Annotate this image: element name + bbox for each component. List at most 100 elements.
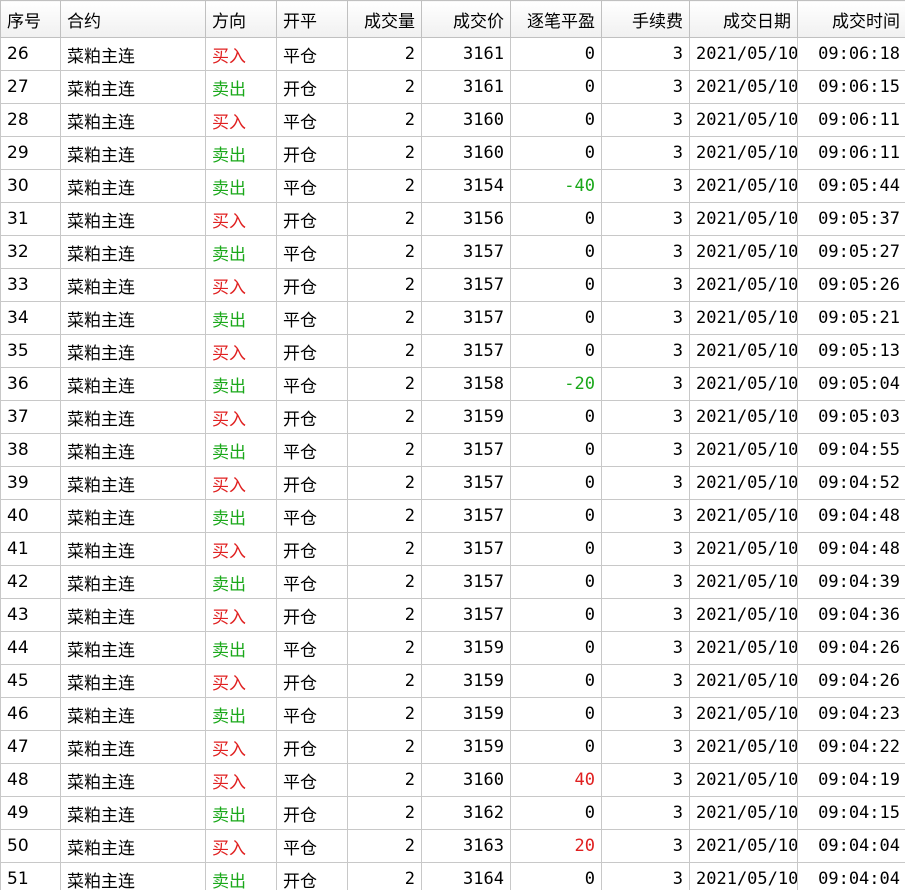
table-row[interactable]: 46 菜粕主连 卖出 平仓 2 3159 0 3 2021/05/10 09:04:23 [0, 697, 905, 731]
cell-price: 3161 [421, 70, 511, 104]
cell-fee: 3 [601, 37, 690, 71]
cell-volume: 2 [347, 862, 422, 890]
cell-contract: 菜粕主连 [60, 730, 206, 764]
cell-id: 42 [0, 565, 61, 599]
cell-pnl: 0 [510, 664, 602, 698]
cell-open-close: 平仓 [276, 631, 348, 665]
table-row[interactable]: 50 菜粕主连 买入 平仓 2 3163 20 3 2021/05/10 09:04:04 [0, 829, 905, 863]
column-header-price[interactable]: 成交价 [421, 0, 511, 38]
table-row[interactable]: 34 菜粕主连 卖出 平仓 2 3157 0 3 2021/05/10 09:05:21 [0, 301, 905, 335]
cell-direction: 买入 [205, 664, 277, 698]
cell-id: 44 [0, 631, 61, 665]
cell-open-close: 开仓 [276, 334, 348, 368]
cell-open-close: 开仓 [276, 796, 348, 830]
cell-price: 3157 [421, 235, 511, 269]
cell-volume: 2 [347, 763, 422, 797]
cell-open-close: 开仓 [276, 862, 348, 890]
column-header-direction[interactable]: 方向 [205, 0, 277, 38]
cell-time: 09:05:13 [797, 334, 905, 368]
table-row[interactable]: 35 菜粕主连 买入 开仓 2 3157 0 3 2021/05/10 09:05:13 [0, 334, 905, 368]
cell-contract: 菜粕主连 [60, 829, 206, 863]
cell-id: 41 [0, 532, 61, 566]
table-row[interactable]: 49 菜粕主连 卖出 开仓 2 3162 0 3 2021/05/10 09:04:15 [0, 796, 905, 830]
cell-pnl: 0 [510, 598, 602, 632]
table-row[interactable]: 31 菜粕主连 买入 开仓 2 3156 0 3 2021/05/10 09:05:37 [0, 202, 905, 236]
cell-fee: 3 [601, 367, 690, 401]
cell-date: 2021/05/10 [689, 829, 798, 863]
table-row[interactable]: 39 菜粕主连 买入 开仓 2 3157 0 3 2021/05/10 09:04:52 [0, 466, 905, 500]
cell-price: 3160 [421, 136, 511, 170]
table-row[interactable]: 37 菜粕主连 买入 开仓 2 3159 0 3 2021/05/10 09:05:03 [0, 400, 905, 434]
table-row[interactable]: 32 菜粕主连 卖出 平仓 2 3157 0 3 2021/05/10 09:05:27 [0, 235, 905, 269]
cell-volume: 2 [347, 730, 422, 764]
cell-contract: 菜粕主连 [60, 565, 206, 599]
cell-open-close: 平仓 [276, 697, 348, 731]
cell-id: 49 [0, 796, 61, 830]
table-row[interactable]: 41 菜粕主连 买入 开仓 2 3157 0 3 2021/05/10 09:04:48 [0, 532, 905, 566]
column-header-id[interactable]: 序号 [0, 0, 61, 38]
cell-volume: 2 [347, 103, 422, 137]
cell-fee: 3 [601, 136, 690, 170]
cell-pnl: 0 [510, 103, 602, 137]
table-row[interactable]: 47 菜粕主连 买入 开仓 2 3159 0 3 2021/05/10 09:04:22 [0, 730, 905, 764]
cell-id: 30 [0, 169, 61, 203]
cell-contract: 菜粕主连 [60, 466, 206, 500]
cell-volume: 2 [347, 334, 422, 368]
table-row[interactable]: 40 菜粕主连 卖出 平仓 2 3157 0 3 2021/05/10 09:04:48 [0, 499, 905, 533]
cell-date: 2021/05/10 [689, 202, 798, 236]
table-row[interactable]: 43 菜粕主连 买入 开仓 2 3157 0 3 2021/05/10 09:04:36 [0, 598, 905, 632]
table-row[interactable]: 33 菜粕主连 买入 开仓 2 3157 0 3 2021/05/10 09:05:26 [0, 268, 905, 302]
cell-time: 09:05:37 [797, 202, 905, 236]
table-row[interactable]: 36 菜粕主连 卖出 平仓 2 3158 -20 3 2021/05/10 09:05:04 [0, 367, 905, 401]
table-row[interactable]: 42 菜粕主连 卖出 平仓 2 3157 0 3 2021/05/10 09:04:39 [0, 565, 905, 599]
cell-contract: 菜粕主连 [60, 796, 206, 830]
cell-id: 31 [0, 202, 61, 236]
table-row[interactable]: 45 菜粕主连 买入 开仓 2 3159 0 3 2021/05/10 09:04:26 [0, 664, 905, 698]
cell-pnl: 0 [510, 202, 602, 236]
table-row[interactable]: 27 菜粕主连 卖出 开仓 2 3161 0 3 2021/05/10 09:06:15 [0, 70, 905, 104]
column-header-pnl[interactable]: 逐笔平盈 [510, 0, 602, 38]
cell-time: 09:05:21 [797, 301, 905, 335]
column-header-fee[interactable]: 手续费 [601, 0, 690, 38]
cell-volume: 2 [347, 796, 422, 830]
column-header-open-close[interactable]: 开平 [276, 0, 348, 38]
column-header-date[interactable]: 成交日期 [689, 0, 798, 38]
cell-volume: 2 [347, 532, 422, 566]
cell-price: 3157 [421, 433, 511, 467]
table-row[interactable]: 29 菜粕主连 卖出 开仓 2 3160 0 3 2021/05/10 09:06:11 [0, 136, 905, 170]
cell-id: 26 [0, 37, 61, 71]
table-row[interactable]: 38 菜粕主连 卖出 平仓 2 3157 0 3 2021/05/10 09:04:55 [0, 433, 905, 467]
cell-open-close: 平仓 [276, 433, 348, 467]
column-header-time[interactable]: 成交时间 [797, 0, 905, 38]
column-header-volume[interactable]: 成交量 [347, 0, 422, 38]
cell-date: 2021/05/10 [689, 103, 798, 137]
cell-volume: 2 [347, 169, 422, 203]
cell-direction: 买入 [205, 103, 277, 137]
table-row[interactable]: 26 菜粕主连 买入 平仓 2 3161 0 3 2021/05/10 09:06:18 [0, 37, 905, 71]
cell-direction: 买入 [205, 334, 277, 368]
table-row[interactable]: 28 菜粕主连 买入 平仓 2 3160 0 3 2021/05/10 09:06:11 [0, 103, 905, 137]
cell-direction: 买入 [205, 598, 277, 632]
cell-price: 3157 [421, 598, 511, 632]
cell-time: 09:04:36 [797, 598, 905, 632]
cell-date: 2021/05/10 [689, 70, 798, 104]
cell-direction: 卖出 [205, 301, 277, 335]
table-row[interactable]: 51 菜粕主连 卖出 开仓 2 3164 0 3 2021/05/10 09:04:04 [0, 862, 905, 890]
cell-id: 28 [0, 103, 61, 137]
cell-direction: 卖出 [205, 367, 277, 401]
column-header-contract[interactable]: 合约 [60, 0, 206, 38]
cell-direction: 卖出 [205, 631, 277, 665]
cell-contract: 菜粕主连 [60, 103, 206, 137]
cell-direction: 买入 [205, 268, 277, 302]
cell-date: 2021/05/10 [689, 433, 798, 467]
table-row[interactable]: 48 菜粕主连 买入 平仓 2 3160 40 3 2021/05/10 09:04:19 [0, 763, 905, 797]
cell-price: 3157 [421, 466, 511, 500]
cell-price: 3156 [421, 202, 511, 236]
cell-open-close: 平仓 [276, 37, 348, 71]
cell-fee: 3 [601, 697, 690, 731]
cell-pnl: 40 [510, 763, 602, 797]
cell-price: 3157 [421, 499, 511, 533]
table-row[interactable]: 44 菜粕主连 卖出 平仓 2 3159 0 3 2021/05/10 09:04:26 [0, 631, 905, 665]
cell-direction: 买入 [205, 466, 277, 500]
table-row[interactable]: 30 菜粕主连 卖出 平仓 2 3154 -40 3 2021/05/10 09:05:44 [0, 169, 905, 203]
